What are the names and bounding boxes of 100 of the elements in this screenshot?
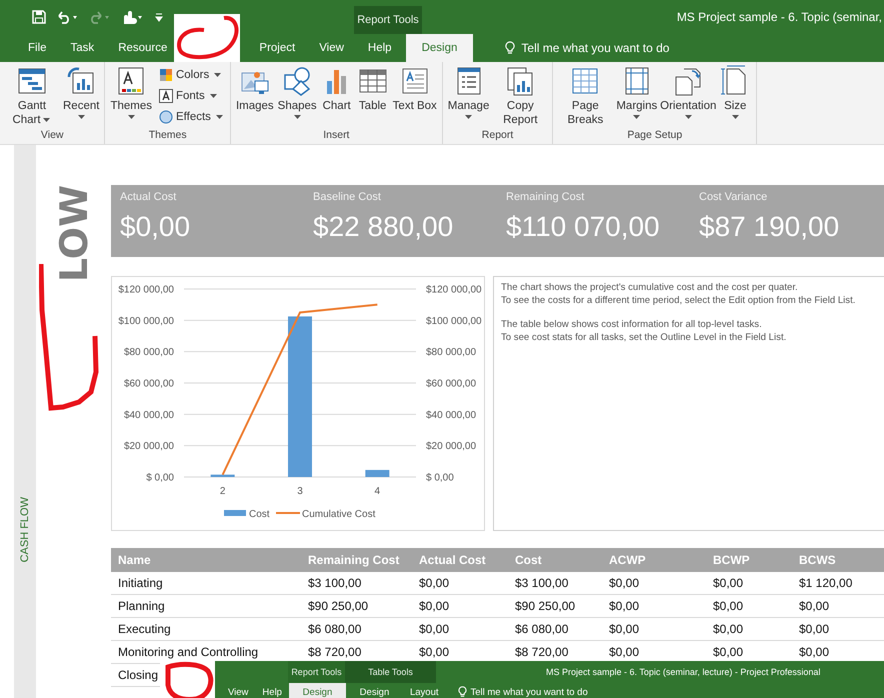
table-cell-text: $0,00: [418, 622, 450, 636]
axis-label: $20 000,00: [124, 441, 174, 452]
ribbon-button[interactable]: Chart: [318, 65, 355, 113]
axis-label: $20 000,00: [426, 441, 476, 452]
ribbon-button[interactable]: Images: [234, 65, 276, 113]
axis-label: $60 000,00: [124, 378, 174, 390]
table-cell-text: $6 080,00: [514, 622, 570, 636]
table-cell-text: Monitoring and Controlling: [117, 645, 260, 659]
contextual-label: Report Tools: [288, 661, 345, 683]
table-cell-text: $0,00: [798, 599, 830, 613]
table-cell-text: $0,00: [608, 576, 640, 590]
column-header: BCWS: [798, 553, 837, 567]
effects-icon: [158, 110, 173, 124]
table-cell-text: $90 250,00: [514, 599, 576, 613]
ribbon-button[interactable]: Copy Report: [491, 65, 550, 127]
axis-label: $60 000,00: [426, 378, 476, 390]
kpi-value: $87 190,00: [699, 211, 840, 243]
table-cell-text: $3 100,00: [514, 576, 570, 590]
table-cell-text: $6 080,00: [307, 622, 362, 636]
ribbon-tab[interactable]: Design: [346, 683, 403, 698]
table-cell-text: $0,00: [608, 645, 640, 659]
column-header: BCWP: [712, 553, 751, 567]
ribbon-button[interactable]: Colors: [156, 65, 227, 84]
ribbon-tab[interactable]: Help: [255, 683, 289, 698]
window-title: MS Project sample - 6. Topic (seminar, lecture) - Project Professional: [546, 667, 820, 677]
table-cell-text: $0,00: [418, 576, 450, 590]
table-cell-text: $3 100,00: [307, 576, 362, 590]
table-cell-text: $0,00: [712, 645, 744, 659]
color-swatch-icon: [158, 68, 173, 82]
cost-bar: [210, 474, 235, 477]
ribbon-button[interactable]: Margins: [614, 65, 660, 121]
table-cell-text: $0,00: [798, 645, 830, 659]
side-label: CASH FLOW: [19, 496, 31, 562]
tell-me-search[interactable]: Tell me what you want to do: [521, 41, 670, 55]
axis-label: $120 000,00: [118, 284, 174, 296]
ribbon-button[interactable]: Text Box: [390, 65, 439, 113]
ribbon-tab[interactable]: View: [221, 683, 256, 698]
lightbulb-icon: [505, 41, 516, 55]
ribbon-button[interactable]: Themes: [108, 65, 154, 121]
ribbon-button[interactable]: Effects: [156, 107, 227, 126]
cost-bar: [365, 470, 390, 477]
undo-icon[interactable]: [56, 10, 78, 24]
customize-toolbar-icon[interactable]: [154, 11, 164, 23]
ribbon-tab[interactable]: Design: [406, 34, 474, 62]
axis-label: $ 0,00: [146, 472, 174, 484]
group-label: Insert: [323, 129, 350, 143]
legend-label: Cumulative Cost: [302, 509, 376, 520]
axis-label: $100 000,00: [118, 316, 174, 327]
axis-label: $ 0,00: [426, 472, 454, 484]
axis-label: $40 000,00: [426, 410, 476, 421]
ribbon-tab[interactable]: Project: [255, 34, 300, 62]
tell-me-search[interactable]: Tell me what you want to do: [470, 683, 588, 698]
ribbon-tab[interactable]: View: [315, 34, 348, 62]
kpi-value: $0,00: [120, 211, 192, 243]
ribbon-tab[interactable]: File: [24, 34, 51, 62]
ribbon-tab[interactable]: Help: [364, 34, 396, 62]
save-icon[interactable]: [32, 10, 46, 24]
column-header: Remaining Cost: [307, 553, 400, 567]
font-icon: [158, 88, 173, 102]
table-cell-text: $0,00: [712, 599, 744, 613]
table-cell-text: $0,00: [608, 622, 640, 636]
column-header: ACWP: [608, 553, 647, 567]
axis-label: $120 000,00: [426, 284, 482, 296]
description-text: The table below shows cost information for all top-level tasks.: [501, 319, 763, 330]
group-label: View: [40, 129, 64, 143]
ribbon-button[interactable]: Recent: [61, 65, 102, 121]
axis-label: $40 000,00: [124, 410, 174, 421]
table-cell-text: $0,00: [712, 622, 744, 636]
ribbon-tab[interactable]: Resource: [114, 34, 172, 62]
table-cell-text: $0,00: [418, 645, 450, 659]
axis-label: 4: [374, 486, 380, 497]
ribbon-tab[interactable]: Design: [288, 683, 346, 698]
column-header: Cost: [514, 553, 543, 567]
ribbon-button[interactable]: Size: [717, 65, 754, 121]
ribbon-button[interactable]: Shapes: [276, 65, 319, 121]
contextual-label: Table Tools: [345, 661, 436, 683]
ribbon-button[interactable]: Table: [354, 65, 391, 113]
table-cell-text: $8 720,00: [307, 645, 362, 659]
column-header: Actual Cost: [418, 553, 487, 567]
description-text: The chart shows the project's cumulative cost and the cost per quater.: [501, 282, 799, 293]
column-header: Name: [117, 553, 152, 567]
ribbon-button[interactable]: Manage: [446, 65, 492, 121]
ribbon-button[interactable]: Gantt Chart: [3, 65, 61, 127]
ribbon-button[interactable]: Orientation: [659, 65, 718, 121]
table-cell-text: $90 250,00: [307, 599, 370, 613]
ribbon-tab[interactable]: Layout: [402, 683, 446, 698]
table-cell-text: $0,00: [418, 599, 450, 613]
ribbon-button[interactable]: Page Breaks: [556, 65, 614, 127]
kpi-value: $110 070,00: [506, 211, 661, 243]
table-cell-text: Initiating: [117, 576, 164, 590]
kpi-label: Remaining Cost: [506, 191, 586, 203]
ribbon-tab[interactable]: Task: [66, 34, 98, 62]
kpi-label: Baseline Cost: [313, 191, 382, 203]
axis-label: $80 000,00: [124, 347, 174, 358]
ribbon-button[interactable]: Fonts: [156, 86, 227, 105]
table-cell-text: $0,00: [798, 622, 830, 636]
group-label: Page Setup: [627, 129, 682, 143]
group-label: Report: [482, 129, 514, 143]
window-title: MS Project sample - 6. Topic (seminar,: [676, 10, 883, 24]
kpi-label: Cost Variance: [699, 191, 768, 203]
